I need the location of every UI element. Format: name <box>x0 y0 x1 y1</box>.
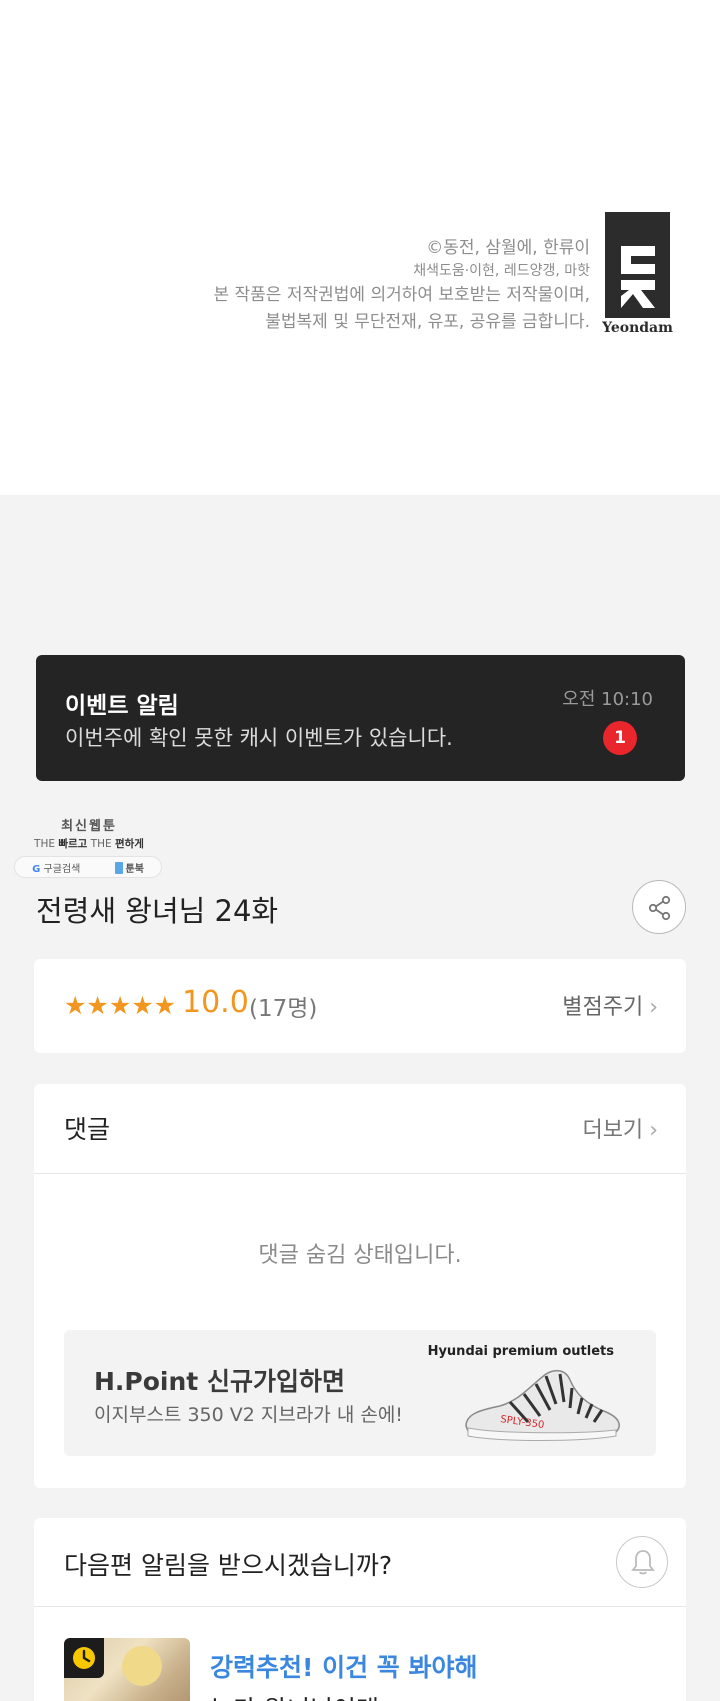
comments-header: 댓글 <box>64 1115 111 1144</box>
rating-count: (17명) <box>249 996 318 1022</box>
episode-title: 전령새 왕녀님 24화 <box>36 894 279 928</box>
search-label-text: 구글검색 <box>43 863 81 875</box>
share-icon <box>648 895 671 921</box>
yeondam-logo <box>605 212 670 318</box>
credit-area: ©동전, 삼월에, 한류이 채색도움·이현, 레드양갱, 마핫 본 작품은 저작… <box>0 0 720 495</box>
ad-brand: Hyundai premium outlets <box>427 1344 614 1359</box>
promo-fast: 빠르고 <box>58 838 88 850</box>
promo-the-2: THE <box>90 838 112 850</box>
notification-bell-button[interactable] <box>616 1536 668 1588</box>
thumbnail-character <box>122 1646 162 1686</box>
app-promo[interactable]: 최신웹툰 THE 빠르고 THE 편하게 G 구글검색 툰북 <box>14 815 164 878</box>
comments-card: 댓글 더보기 › 댓글 숨김 상태입니다. H.Point 신규가입하면 이지부스… <box>34 1084 686 1488</box>
rate-button-label: 별점주기 <box>562 995 644 1020</box>
ad-title: H.Point 신규가입하면 <box>94 1367 345 1396</box>
google-search-label: G 구글검색 <box>32 860 80 875</box>
promo-the-1: THE <box>34 838 55 850</box>
share-button[interactable] <box>632 880 686 934</box>
google-g-icon: G <box>32 863 41 875</box>
toonbook-label: 툰북 <box>114 860 144 875</box>
event-count-badge: 1 <box>603 721 637 755</box>
bell-icon <box>631 1550 655 1575</box>
ad-banner[interactable]: H.Point 신규가입하면 이지부스트 350 V2 지브라가 내 손에! H… <box>64 1330 656 1456</box>
comments-more-button[interactable]: 더보기 › <box>582 1112 658 1144</box>
event-message: 이번주에 확인 못한 캐시 이벤트가 있습니다. <box>65 726 453 750</box>
toonbook-icon <box>114 861 123 874</box>
copyright-line-2: 불법복제 및 무단전재, 유포, 공유를 금합니다. <box>265 312 590 332</box>
promo-search-pill[interactable]: G 구글검색 툰북 <box>14 856 162 878</box>
clock-badge <box>64 1638 104 1678</box>
promo-tagline: THE 빠르고 THE 편하게 <box>14 836 164 851</box>
yeondam-logo-mark <box>621 246 655 308</box>
promo-easy: 편하게 <box>114 838 144 850</box>
recommendation-label[interactable]: 강력추천! 이건 꼭 봐야해 <box>210 1648 478 1684</box>
chevron-right-icon: › <box>649 995 658 1020</box>
rating-stars: ★★★★★ <box>64 991 177 1020</box>
copyright-line-1: 본 작품은 저작권법에 의거하여 보호받는 저작물이며, <box>213 285 590 305</box>
yeondam-wordmark: Yeondam <box>602 320 673 336</box>
app-label-text: 툰북 <box>125 863 144 875</box>
next-episode-alert-card: 다음편 알림을 받으시겠습니까? 강력추천! 이건 꼭 봐야해 누가 왕녀님이래 <box>34 1518 686 1701</box>
copyright-notice: ©동전, 삼월에, 한류이 채색도움·이현, 레드양갱, 마핫 본 작품은 저작… <box>213 236 590 336</box>
promo-headline: 최신웹툰 <box>61 819 117 834</box>
recommendation-title[interactable]: 누가 왕녀님이래 <box>210 1690 379 1701</box>
event-time: 오전 10:10 <box>562 689 653 710</box>
event-title: 이벤트 알림 <box>65 693 179 719</box>
event-notification-banner[interactable]: 이벤트 알림 이번주에 확인 못한 캐시 이벤트가 있습니다. 오전 10:10… <box>36 655 685 781</box>
comments-hidden-message: 댓글 숨김 상태입니다. <box>258 1243 462 1268</box>
clock-icon <box>73 1647 95 1669</box>
rate-button[interactable]: 별점주기 › <box>562 989 658 1021</box>
ad-subtitle: 이지부스트 350 V2 지브라가 내 손에! <box>94 1404 403 1426</box>
sneaker-image: SPLY-350 <box>465 1369 620 1441</box>
rating-score: 10.0 <box>182 985 249 1020</box>
rating-card: ★★★★★ 10.0 (17명) 별점주기 › <box>34 959 686 1053</box>
credit-authors: ©동전, 삼월에, 한류이 <box>426 238 590 258</box>
credit-assistants: 채색도움·이현, 레드양갱, 마핫 <box>413 263 590 279</box>
comments-more-label: 더보기 <box>582 1118 644 1143</box>
divider <box>34 1173 686 1174</box>
next-episode-alert-question: 다음편 알림을 받으시겠습니까? <box>64 1551 393 1580</box>
divider <box>34 1606 686 1607</box>
chevron-right-icon: › <box>649 1118 658 1143</box>
